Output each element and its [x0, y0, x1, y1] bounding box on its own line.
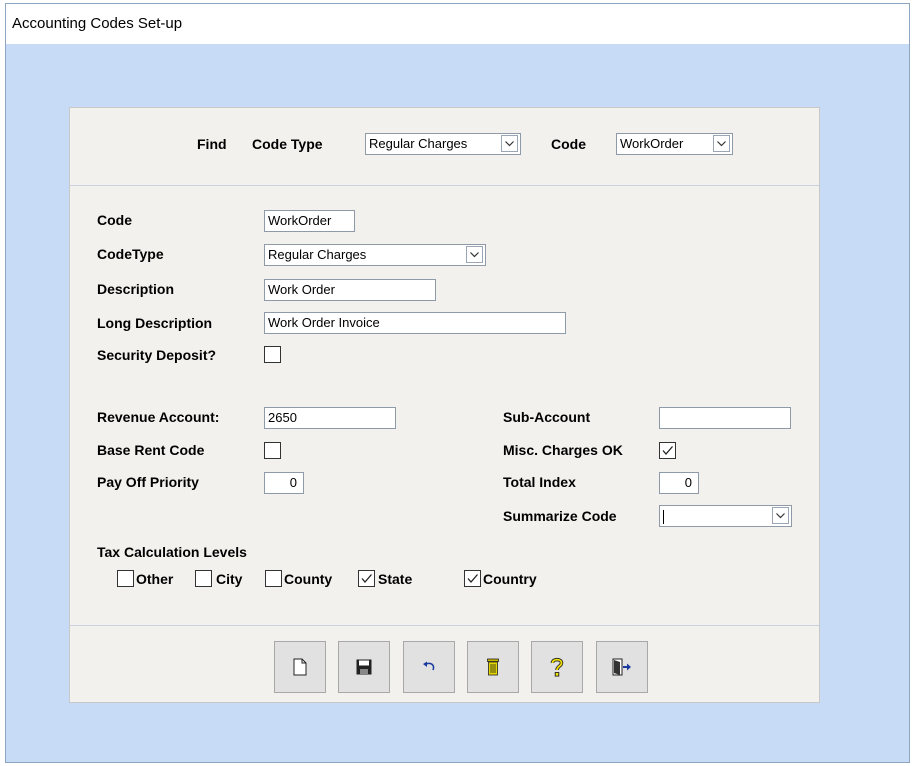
chevron-down-icon[interactable] [466, 246, 483, 263]
tax-county-label: County [284, 571, 333, 587]
description-input[interactable]: Work Order [264, 279, 436, 301]
window-title: Accounting Codes Set-up [6, 4, 909, 44]
app-window: Accounting Codes Set-up Find Code Type R… [5, 3, 910, 763]
exit-icon [612, 658, 631, 676]
misc-charges-checkbox[interactable] [659, 442, 676, 459]
find-code-label: Code [551, 136, 586, 152]
find-divider [70, 185, 819, 186]
tax-country-label: Country [483, 571, 537, 587]
checkmark-icon [662, 446, 673, 455]
chevron-down-icon[interactable] [713, 135, 730, 152]
find-code-type-value: Regular Charges [369, 136, 468, 151]
total-index-label: Total Index [503, 474, 576, 490]
summarize-code-label: Summarize Code [503, 508, 617, 524]
chevron-down-icon[interactable] [501, 135, 518, 152]
misc-charges-label: Misc. Charges OK [503, 442, 623, 458]
find-code-type-label: Code Type [252, 136, 323, 152]
tax-country-checkbox[interactable] [464, 570, 481, 587]
base-rent-code-checkbox[interactable] [264, 442, 281, 459]
security-deposit-label: Security Deposit? [97, 347, 217, 363]
find-code-value: WorkOrder [620, 136, 684, 151]
undo-button[interactable] [403, 641, 455, 693]
pay-off-priority-input[interactable]: 0 [264, 472, 304, 494]
new-button[interactable] [274, 641, 326, 693]
chevron-down-icon[interactable] [772, 507, 789, 524]
sub-account-label: Sub-Account [503, 409, 591, 425]
code-input[interactable]: WorkOrder [264, 210, 355, 232]
security-deposit-checkbox[interactable] [264, 346, 281, 363]
exit-button[interactable] [596, 641, 648, 693]
codetype-label: CodeType [97, 246, 164, 262]
help-icon [550, 657, 564, 677]
save-button[interactable] [338, 641, 390, 693]
main-panel: Find Code Type Regular Charges Code Work… [69, 107, 820, 703]
sub-account-input[interactable] [659, 407, 791, 429]
find-label: Find [197, 136, 227, 152]
delete-icon [487, 658, 499, 676]
description-label: Description [97, 281, 175, 297]
long-description-label: Long Description [97, 315, 213, 331]
tax-county-checkbox[interactable] [265, 570, 282, 587]
summarize-code-dropdown[interactable] [659, 505, 792, 527]
codetype-value: Regular Charges [268, 247, 367, 262]
help-button[interactable] [531, 641, 583, 693]
save-icon [356, 659, 372, 675]
tax-city-label: City [216, 571, 243, 587]
tax-other-label: Other [136, 571, 174, 587]
delete-button[interactable] [467, 641, 519, 693]
tax-levels-heading: Tax Calculation Levels [97, 544, 247, 560]
text-caret [663, 509, 664, 524]
base-rent-code-label: Base Rent Code [97, 442, 205, 458]
new-document-icon [293, 658, 307, 676]
tax-other-checkbox[interactable] [117, 570, 134, 587]
checkmark-icon [361, 574, 372, 583]
code-label: Code [97, 212, 132, 228]
codetype-dropdown[interactable]: Regular Charges [264, 244, 486, 266]
tax-state-checkbox[interactable] [358, 570, 375, 587]
long-description-input[interactable]: Work Order Invoice [264, 312, 566, 334]
pay-off-priority-label: Pay Off Priority [97, 474, 199, 490]
revenue-account-label: Revenue Account: [97, 409, 220, 425]
checkmark-icon [467, 574, 478, 583]
undo-icon [423, 661, 435, 671]
tax-state-label: State [378, 571, 413, 587]
toolbar-divider [70, 625, 819, 626]
tax-city-checkbox[interactable] [195, 570, 212, 587]
revenue-account-input[interactable]: 2650 [264, 407, 396, 429]
find-code-dropdown[interactable]: WorkOrder [616, 133, 733, 155]
find-code-type-dropdown[interactable]: Regular Charges [365, 133, 521, 155]
total-index-input[interactable]: 0 [659, 472, 699, 494]
